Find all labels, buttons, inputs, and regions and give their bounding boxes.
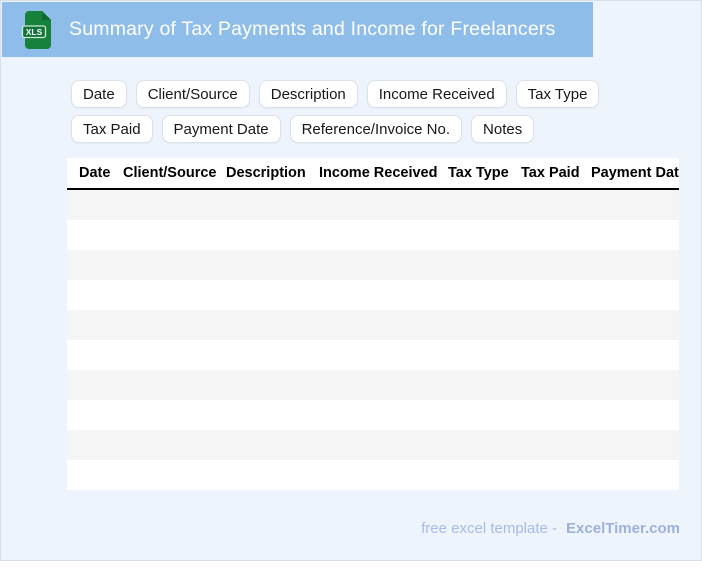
chip-description[interactable]: Description — [258, 80, 358, 108]
column-header-payment-date: Payment Date — [591, 165, 679, 181]
table-row — [67, 430, 679, 460]
column-chip-list: Date Client/Source Description Income Re… — [71, 80, 649, 143]
footer-text: free excel template - — [421, 520, 558, 537]
table-row — [67, 370, 679, 400]
table-row — [67, 250, 679, 280]
title-bar: XLS Summary of Tax Payments and Income f… — [2, 2, 593, 57]
table-row — [67, 280, 679, 310]
page-title: Summary of Tax Payments and Income for F… — [69, 18, 556, 40]
column-header-client-source: Client/Source — [123, 165, 217, 181]
template-card: XLS Summary of Tax Payments and Income f… — [0, 0, 702, 561]
chip-client-source[interactable]: Client/Source — [135, 80, 250, 108]
chip-reference-invoice-no[interactable]: Reference/Invoice No. — [289, 115, 463, 143]
xls-file-icon: XLS — [21, 9, 54, 51]
column-header-tax-type: Tax Type — [448, 165, 509, 181]
table-row — [67, 190, 679, 220]
table-row — [67, 220, 679, 250]
chip-income-received[interactable]: Income Received — [366, 80, 507, 108]
column-header-tax-paid: Tax Paid — [521, 165, 580, 181]
footer: free excel template - ExcelTimer.com — [421, 520, 680, 537]
chip-tax-type[interactable]: Tax Type — [515, 80, 600, 108]
column-header-description: Description — [226, 165, 306, 181]
chip-tax-paid[interactable]: Tax Paid — [71, 115, 153, 143]
page: XLS Summary of Tax Payments and Income f… — [0, 0, 702, 568]
table-row — [67, 340, 679, 370]
table-body — [67, 190, 679, 490]
column-header-date: Date — [79, 165, 111, 181]
table-row — [67, 310, 679, 340]
svg-text:XLS: XLS — [26, 27, 43, 37]
column-header-income-received: Income Received — [319, 165, 438, 181]
summary-table: Date Client/Source Description Income Re… — [67, 158, 679, 490]
chip-notes[interactable]: Notes — [471, 115, 535, 143]
table-row — [67, 400, 679, 430]
footer-brand-link[interactable]: ExcelTimer.com — [566, 520, 680, 537]
table-row — [67, 460, 679, 490]
table-header-row: Date Client/Source Description Income Re… — [67, 158, 679, 190]
chip-date[interactable]: Date — [71, 80, 127, 108]
chip-payment-date[interactable]: Payment Date — [161, 115, 281, 143]
